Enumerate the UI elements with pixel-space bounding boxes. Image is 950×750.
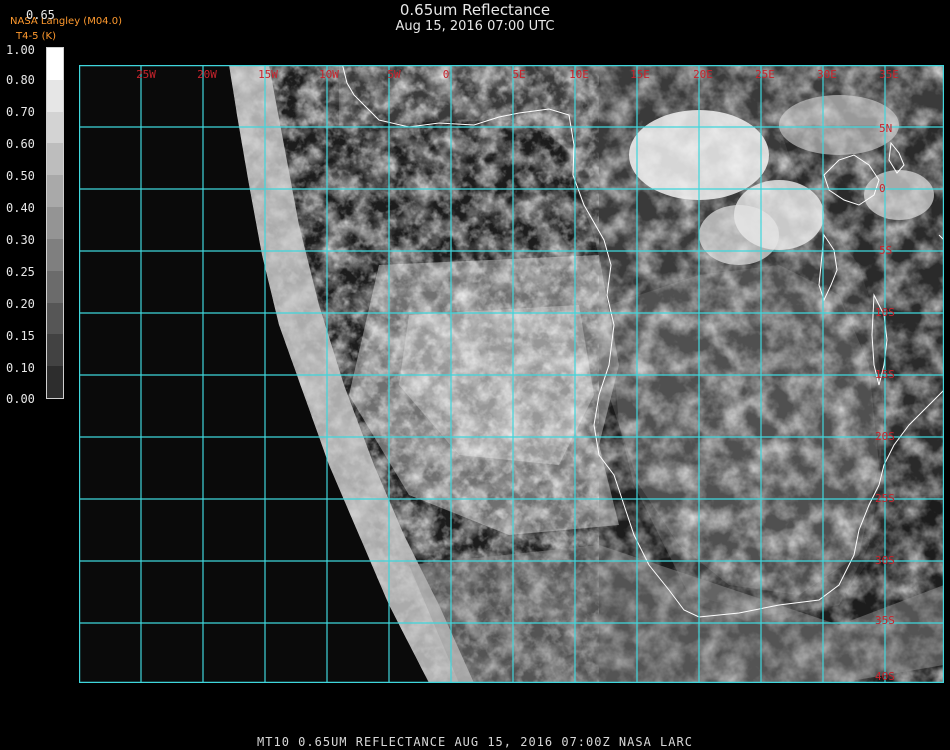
image-title: 0.65um Reflectance	[399, 1, 551, 19]
lat-label: 20S	[875, 430, 895, 443]
image-footer: MT10 0.65UM REFLECTANCE AUG 15, 2016 07:…	[257, 735, 693, 749]
lon-label: 10W	[319, 68, 339, 81]
lon-label: 25E	[755, 68, 775, 81]
lat-label: 40S	[875, 670, 895, 683]
scale-tick: 0.60	[6, 137, 35, 151]
image-timestamp: Aug 15, 2016 07:00 UTC	[395, 19, 555, 34]
lon-label: 5E	[512, 68, 525, 81]
lon-label: 20W	[197, 68, 217, 81]
satellite-image: 25W 20W 15W 10W 5W 0 5E 10E 15E 20E 25E …	[79, 65, 944, 683]
scale-tick: 0.30	[6, 233, 35, 247]
lon-label: 25W	[136, 68, 156, 81]
lat-label: 10S	[875, 306, 895, 319]
scale-tick: 0.15	[6, 329, 35, 343]
scale-tick: 1.00	[6, 43, 35, 57]
lat-label: 0	[879, 182, 886, 195]
lon-label: 10E	[569, 68, 589, 81]
scale-top-label: 0.65	[26, 8, 55, 22]
lon-label: 5W	[387, 68, 401, 81]
lat-label: 5N	[879, 122, 892, 135]
lon-label: 15W	[258, 68, 278, 81]
lat-label: 30S	[875, 554, 895, 567]
lat-label: 5S	[879, 244, 892, 257]
scale-tick: 0.25	[6, 265, 35, 279]
scale-tick: 0.80	[6, 73, 35, 87]
lon-label: 15E	[630, 68, 650, 81]
scale-tick: 0.40	[6, 201, 35, 215]
lon-label: 20E	[693, 68, 713, 81]
scale-tick: 0.10	[6, 361, 35, 375]
lat-label: 25S	[875, 492, 895, 505]
scale-tick: 0.70	[6, 105, 35, 119]
scale-tick: 0.00	[6, 392, 35, 406]
scale-tick: 0.20	[6, 297, 35, 311]
product-label: T4-5 (K)	[16, 31, 56, 42]
lat-label: 35S	[875, 614, 895, 627]
image-header: 0.65um Reflectance Aug 15, 2016 07:00 UT…	[0, 1, 950, 35]
lon-label: 0	[443, 68, 450, 81]
lon-label: 30E	[817, 68, 837, 81]
reflectance-colorbar	[46, 47, 64, 399]
scale-tick: 0.50	[6, 169, 35, 183]
lon-label: 35E	[879, 68, 899, 81]
lat-label: 15S	[875, 368, 895, 381]
satellite-map[interactable]: 25W 20W 15W 10W 5W 0 5E 10E 15E 20E 25E …	[79, 65, 944, 683]
